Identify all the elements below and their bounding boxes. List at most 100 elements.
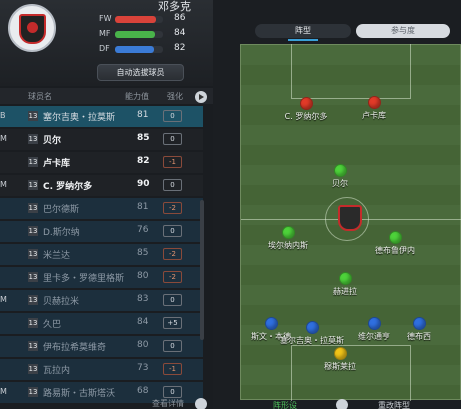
pitch-player[interactable]: 穆斯莱拉 (305, 347, 375, 372)
header-change[interactable]: 强化 (167, 91, 183, 102)
player-rating: 84 (137, 317, 149, 327)
table-row[interactable]: 13 巴尔德斯 81 -2 (0, 198, 203, 219)
grade-badge: 13 (28, 272, 38, 282)
enhance-badge: -2 (163, 202, 182, 214)
stat-bar (115, 16, 163, 23)
player-name: 贝赫拉米 (43, 297, 80, 307)
player-name: 卢卡库 (43, 159, 71, 169)
next-page-icon[interactable] (195, 91, 207, 103)
squad-panel: 邓多克 FW 86 MF 84 DF 82 自动选拔球员 球员名 能力值 强化 (0, 0, 213, 409)
stat-label: FW (99, 14, 112, 23)
pitch-player[interactable]: 卢卡库 (339, 96, 409, 121)
detail-link[interactable]: 查看详情 (152, 398, 184, 409)
position-code: M (0, 180, 7, 189)
pitch-player[interactable]: 埃尔纳内斯 (253, 226, 323, 251)
reset-formation-button[interactable]: 重改阵型 (378, 400, 410, 409)
grade-badge: 13 (28, 203, 38, 213)
stat-bar (115, 31, 163, 38)
enhance-badge: 0 (163, 110, 182, 122)
formation-panel: 阵型 参与度 C. 罗纳尔多 卢卡库 贝尔 埃尔纳内斯 德布鲁伊内 赫进拉 斯文・本德 塞尔吉… (213, 0, 461, 409)
player-rating: 68 (137, 386, 149, 396)
grade-badge: 13 (28, 157, 38, 167)
pitch-player-name: C. 罗纳尔多 (284, 112, 328, 121)
player-marker-icon (338, 272, 352, 285)
player-marker-icon (367, 96, 381, 109)
player-marker-icon (367, 317, 381, 330)
club-header: 邓多克 FW 86 MF 84 DF 82 自动选拔球员 (0, 0, 213, 86)
pitch-player-name: 赫进拉 (333, 287, 357, 296)
enhance-badge: 0 (163, 225, 182, 237)
player-list: B 13 塞尔吉奥・拉莫斯 81 0 M 13 贝尔 85 0 13 卢卡库 82 -1 M 13 C. 罗纳尔… (0, 106, 213, 409)
table-row[interactable]: 13 里卡多・罗德里格斯 80 -2 (0, 267, 203, 288)
stat-label: MF (99, 29, 111, 38)
position-code: M (0, 134, 7, 143)
enhance-badge: 0 (163, 133, 182, 145)
player-name: 塞尔吉奥・拉莫斯 (43, 113, 116, 123)
player-rating: 73 (137, 363, 149, 373)
pitch-player[interactable]: 德布西 (384, 317, 454, 342)
stat-fill (115, 16, 157, 23)
stat-mf: MF 84 (95, 28, 205, 41)
player-rating: 90 (137, 179, 150, 189)
player-marker-icon (264, 317, 278, 330)
table-row[interactable]: 13 卢卡库 82 -1 (0, 152, 203, 173)
table-row[interactable]: 13 米兰达 85 -2 (0, 244, 203, 265)
stat-fill (115, 31, 156, 38)
pitch-player[interactable]: 塞尔吉奥・拉莫斯 (277, 321, 347, 346)
grade-badge: 13 (28, 249, 38, 259)
table-row[interactable]: 13 瓦拉内 73 -1 (0, 359, 203, 380)
enhance-badge: -2 (163, 271, 182, 283)
table-row[interactable]: 13 D.斯尔纳 76 0 (0, 221, 203, 242)
next-arrow-icon[interactable] (195, 398, 207, 409)
change-formation-button[interactable]: 阵形设 (273, 400, 297, 409)
table-row[interactable]: M 13 贝尔 85 0 (0, 129, 203, 150)
pitch-player-name: 贝尔 (332, 179, 348, 188)
header-name[interactable]: 球员名 (28, 91, 52, 102)
pitch-player[interactable]: 贝尔 (305, 164, 375, 189)
tab-formation[interactable]: 阵型 (255, 24, 351, 38)
stat-value: 84 (174, 28, 186, 38)
enhance-badge: 0 (163, 340, 182, 352)
table-header: 球员名 能力值 强化 (0, 88, 213, 104)
pitch-player-name: 德布鲁伊内 (375, 246, 415, 255)
player-name: C. 罗纳尔多 (43, 182, 93, 192)
app-root: 邓多克 FW 86 MF 84 DF 82 自动选拔球员 球员名 能力值 强化 (0, 0, 461, 409)
player-rating: 83 (137, 294, 149, 304)
table-row[interactable]: 13 伊布拉希莫维奇 80 0 (0, 336, 203, 357)
grade-badge: 13 (28, 134, 38, 144)
grade-badge: 13 (28, 111, 38, 121)
list-scrollbar[interactable] (200, 200, 204, 340)
pitch-player[interactable]: 赫进拉 (310, 272, 380, 297)
grade-badge: 13 (28, 180, 38, 190)
player-marker-icon (388, 231, 402, 244)
pitch: C. 罗纳尔多 卢卡库 贝尔 埃尔纳内斯 德布鲁伊内 赫进拉 斯文・本德 塞尔吉奥・拉莫斯 维尔… (240, 44, 461, 401)
stat-df: DF 82 (95, 43, 205, 56)
stat-bar (115, 46, 163, 53)
table-row[interactable]: 13 久巴 84 +5 (0, 313, 203, 334)
auto-select-button[interactable]: 自动选拔球员 (97, 64, 184, 81)
pitch-player[interactable]: C. 罗纳尔多 (271, 97, 341, 122)
enhance-badge: 0 (163, 179, 182, 191)
player-name: 里卡多・罗德里格斯 (43, 274, 125, 284)
player-name: 米兰达 (43, 251, 71, 261)
grade-badge: 13 (28, 364, 38, 374)
player-rating: 80 (137, 271, 149, 281)
enhance-badge: -2 (163, 248, 182, 260)
player-name: 伊布拉希莫维奇 (43, 343, 107, 353)
table-row[interactable]: M 13 贝赫拉米 83 0 (0, 290, 203, 311)
player-rating: 81 (137, 202, 149, 212)
table-row[interactable]: M 13 C. 罗纳尔多 90 0 (0, 175, 203, 196)
grade-badge: 13 (28, 387, 38, 397)
pitch-player[interactable]: 德布鲁伊内 (360, 231, 430, 256)
position-code: B (0, 111, 6, 120)
tab-attributes[interactable]: 参与度 (356, 24, 450, 38)
table-row[interactable]: B 13 塞尔吉奥・拉莫斯 81 0 (0, 106, 203, 127)
play-icon[interactable] (336, 399, 348, 409)
stat-value: 86 (174, 13, 186, 23)
player-rating: 85 (137, 248, 149, 258)
header-rating[interactable]: 能力值 (125, 91, 149, 102)
pitch-player-name: 穆斯莱拉 (324, 362, 356, 371)
enhance-badge: -1 (163, 156, 182, 168)
club-name: 邓多克 (158, 0, 191, 13)
stat-value: 82 (174, 43, 186, 53)
